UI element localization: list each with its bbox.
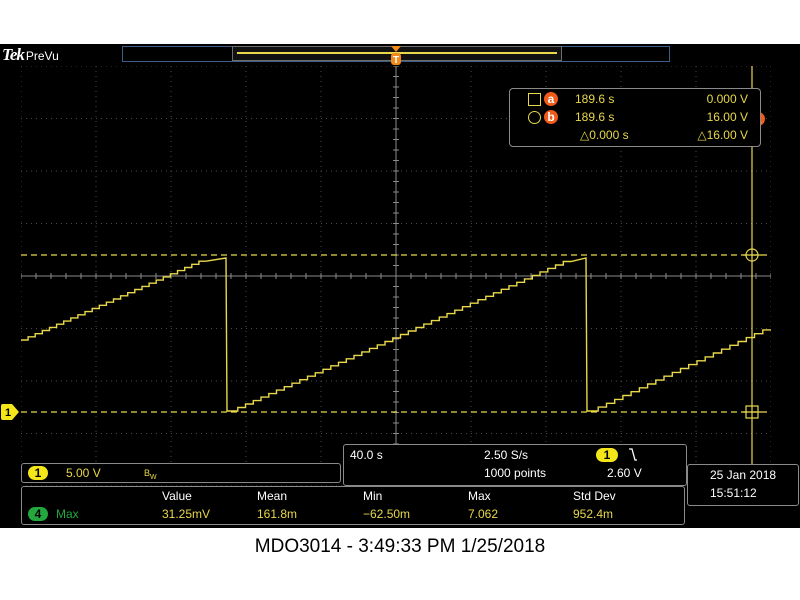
measurement-value: 31.25mV bbox=[162, 507, 211, 521]
ch1-badge: 1 bbox=[28, 466, 48, 480]
cursor-b-value: 16.00 V bbox=[706, 110, 748, 124]
cursor-delta-row: △0.000 s △16.00 V bbox=[510, 126, 760, 144]
col-header-stddev: Std Dev bbox=[573, 489, 616, 503]
col-header-mean: Mean bbox=[257, 489, 288, 503]
acquisition-mode: PreVu bbox=[25, 49, 59, 63]
measurement-name: Max bbox=[56, 507, 79, 521]
acquisition-panel[interactable]: 40.0 s 2.50 S/s 1000 points 1 2.60 V bbox=[343, 444, 687, 486]
ch1-scale: 5.00 V bbox=[66, 466, 101, 480]
cursor-delta-value: △16.00 V bbox=[697, 128, 748, 142]
svg-text:T: T bbox=[393, 55, 399, 66]
cursor-b-row: b 189.6 s 16.00 V bbox=[510, 108, 760, 126]
ch1-settings-panel[interactable]: 1 5.00 V BW bbox=[21, 463, 341, 483]
current-time: 15:51:12 bbox=[710, 486, 757, 500]
col-header-max: Max bbox=[468, 489, 491, 503]
ch4-badge: 4 bbox=[28, 507, 48, 521]
falling-edge-icon bbox=[629, 448, 637, 461]
cursor-b-time: 189.6 s bbox=[575, 110, 615, 124]
measurement-stddev: 952.4m bbox=[573, 507, 614, 521]
cursor-a-row: a 189.6 s 0.000 V bbox=[510, 90, 760, 108]
record-length: 1000 points bbox=[484, 466, 547, 480]
ch1-marker-label: 1 bbox=[5, 407, 11, 419]
cursor-b-badge: b bbox=[544, 110, 558, 124]
current-date: 25 Jan 2018 bbox=[710, 468, 777, 482]
measurement-mean: 161.8m bbox=[257, 507, 298, 521]
cursor-a-time: 189.6 s bbox=[575, 92, 615, 106]
sample-rate: 2.50 S/s bbox=[484, 448, 529, 462]
cursor-readout-panel[interactable]: a 189.6 s 0.000 V b 189.6 s 16.00 V △0.0… bbox=[509, 88, 761, 147]
cursor-a-value: 0.000 V bbox=[706, 92, 748, 106]
square-icon bbox=[528, 93, 541, 106]
bandwidth-limit-icon: BW bbox=[144, 468, 157, 481]
oscilloscope-screen: TekPreVu T ba a bbox=[0, 44, 800, 528]
top-status-bar: Tek PreVu T bbox=[0, 44, 800, 66]
trigger-position-icon[interactable]: T bbox=[389, 46, 403, 66]
screenshot-caption: MDO3014 - 3:49:33 PM 1/25/2018 bbox=[254, 536, 546, 557]
trigger-source-badge: 1 bbox=[596, 448, 618, 462]
circle-icon bbox=[528, 111, 541, 124]
date-time-panel: 25 Jan 2018 15:51:12 bbox=[687, 464, 799, 506]
cursor-a-badge: a bbox=[544, 92, 558, 106]
brand-name: Tek bbox=[2, 45, 25, 64]
measurement-min: −62.50m bbox=[363, 507, 411, 521]
measurement-panel[interactable]: Value Mean Min Max Std Dev 4 Max 31.25mV… bbox=[21, 486, 685, 525]
col-header-min: Min bbox=[363, 489, 383, 503]
brand-logo: Tek PreVu bbox=[2, 45, 59, 65]
measurement-max: 7.062 bbox=[468, 507, 499, 521]
cursor-delta-time: △0.000 s bbox=[580, 128, 629, 142]
timebase-scale: 40.0 s bbox=[350, 448, 383, 462]
col-header-value: Value bbox=[162, 489, 192, 503]
trigger-level: 2.60 V bbox=[607, 466, 642, 480]
ch1-ground-marker[interactable]: 1 bbox=[0, 404, 20, 420]
